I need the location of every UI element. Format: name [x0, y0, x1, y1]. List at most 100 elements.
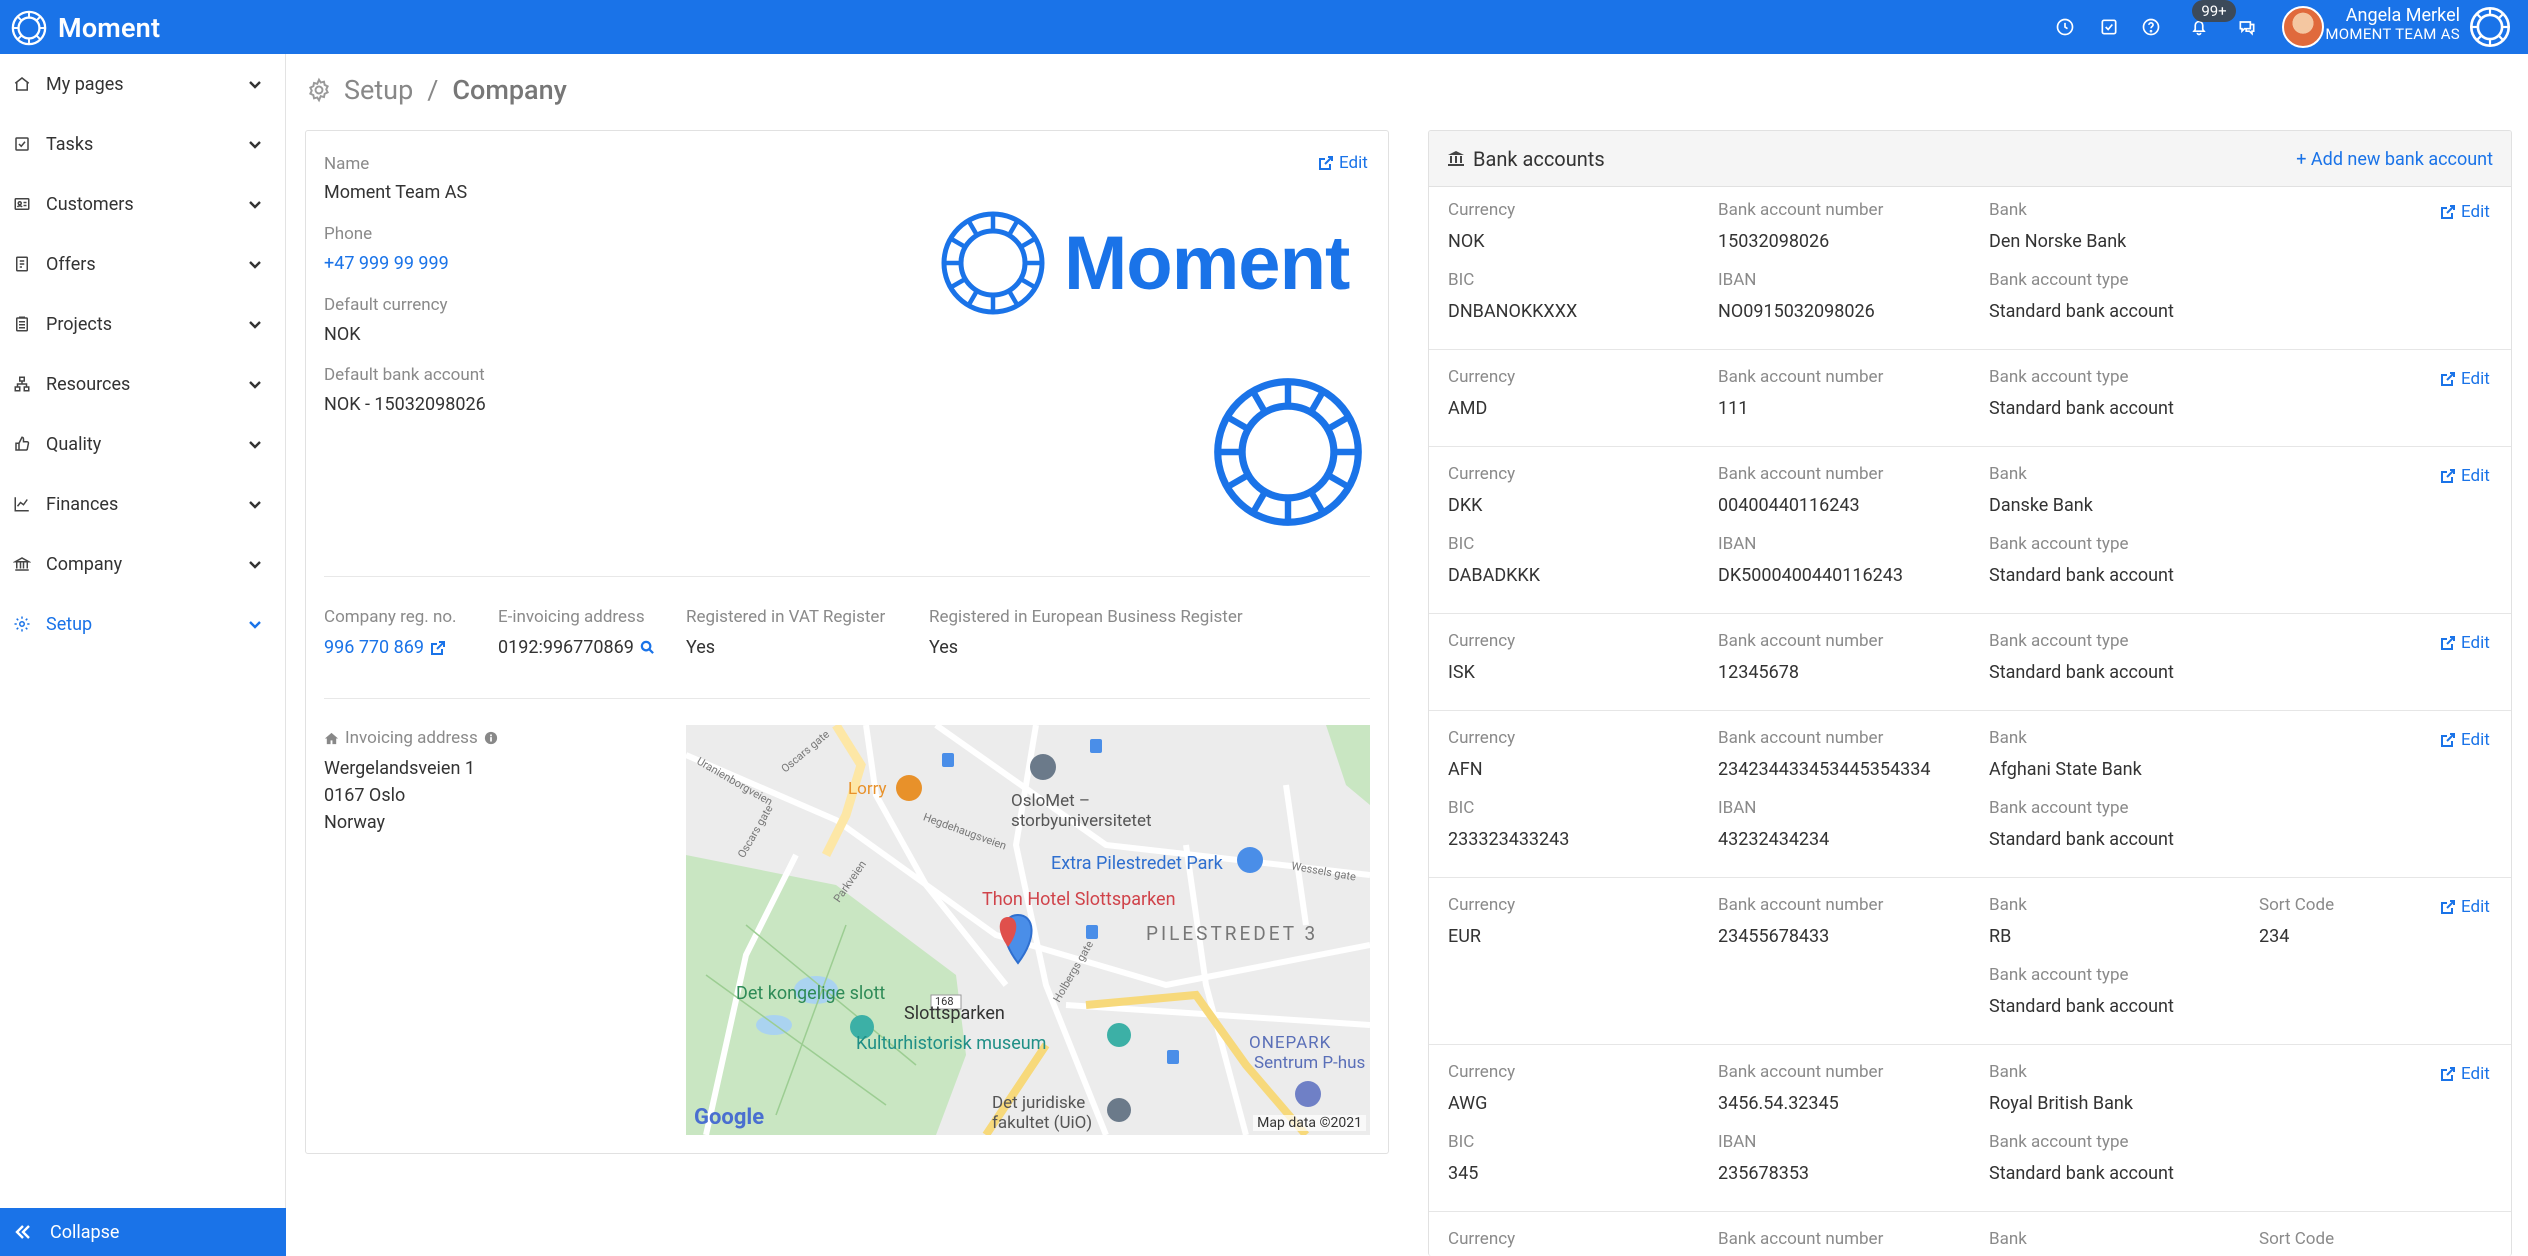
vat-value: Yes: [686, 637, 716, 658]
chevron-down-icon: [248, 436, 262, 450]
account-number-label: Bank account number: [1718, 1229, 1884, 1249]
help-icon[interactable]: [2140, 16, 2162, 38]
bank-edit-button[interactable]: Edit: [2440, 730, 2490, 750]
clipboard-icon: [12, 314, 32, 334]
account-type-label: Bank account type: [1989, 534, 2129, 554]
reg-label: Company reg. no.: [324, 607, 457, 627]
account-type-value: Standard bank account: [1989, 1163, 2174, 1184]
sidebar-item-finances[interactable]: Finances: [0, 474, 286, 534]
map-label: Slottsparken: [904, 1003, 1005, 1024]
logo-wordmark: Moment: [1064, 220, 1350, 306]
currency-value: AFN: [1448, 759, 1483, 780]
breadcrumb-parent[interactable]: Setup: [344, 74, 413, 106]
breadcrumb: Setup / Company: [306, 74, 567, 106]
edit-label: Edit: [2461, 633, 2490, 653]
edit-icon: [2441, 900, 2455, 914]
bank-label: Bank: [1989, 1229, 2027, 1249]
add-label: Add new bank account: [2310, 149, 2493, 170]
currency-label: Currency: [1448, 367, 1516, 387]
bank-edit-button[interactable]: Edit: [2440, 466, 2490, 486]
bank-value: Den Norske Bank: [1989, 231, 2127, 252]
account-number-value: 3456.54.32345: [1718, 1093, 1839, 1114]
chat-icon[interactable]: [2236, 16, 2258, 38]
map-label: PILESTREDET 3: [1146, 922, 1319, 945]
reg-link[interactable]: 996 770 869: [324, 637, 446, 658]
iban-value: 43232434234: [1718, 829, 1830, 850]
edit-label: Edit: [2461, 897, 2490, 917]
sidebar-item-customers[interactable]: Customers: [0, 174, 286, 234]
collapse-label: Collapse: [50, 1221, 120, 1243]
clock-icon[interactable]: [2054, 16, 2076, 38]
edit-icon: [2441, 205, 2455, 219]
bank-icon: [1448, 151, 1464, 166]
default-currency: NOK: [324, 324, 361, 345]
google-logo[interactable]: Google: [694, 1105, 764, 1130]
iban-label: IBAN: [1718, 1132, 1757, 1152]
sidebar-item-setup[interactable]: Setup: [0, 594, 286, 654]
app-brand[interactable]: Moment: [10, 9, 160, 47]
bank-value: Afghani State Bank: [1989, 759, 2142, 780]
bank-edit-button[interactable]: Edit: [2440, 202, 2490, 222]
checkbox-icon: [12, 134, 32, 154]
bank-edit-button[interactable]: Edit: [2440, 633, 2490, 653]
user-info[interactable]: Angela Merkel MOMENT TEAM AS: [2325, 6, 2460, 44]
sidebar: My pages Tasks Customers Offers Projects…: [0, 54, 286, 1256]
account-type-label: Bank account type: [1989, 965, 2129, 985]
sidebar-item-my-pages[interactable]: My pages: [0, 54, 286, 114]
app-name: Moment: [58, 12, 161, 44]
bank-edit-button[interactable]: Edit: [2440, 897, 2490, 917]
map-label: Thon Hotel Slottsparken: [982, 889, 1176, 910]
sidebar-item-projects[interactable]: Projects: [0, 294, 286, 354]
sidebar-item-company[interactable]: Company: [0, 534, 286, 594]
moment-wheel-icon: [941, 211, 1045, 315]
add-bank-account-button[interactable]: + Add new bank account: [2296, 149, 2493, 170]
account-number-value: 234234433453445354334: [1718, 759, 1931, 780]
collapse-button[interactable]: Collapse: [0, 1208, 286, 1256]
currency-label: Currency: [1448, 1062, 1516, 1082]
currency-value: ISK: [1448, 662, 1475, 683]
notification-badge: 99+: [2192, 0, 2236, 22]
row-divider: [1429, 877, 2511, 878]
currency-label: Currency: [1448, 1229, 1516, 1249]
map[interactable]: Lorry OsloMet – storbyuniversitetet Extr…: [686, 725, 1370, 1135]
divider: [324, 576, 1370, 577]
account-number-label: Bank account number: [1718, 728, 1884, 748]
currency-value: AMD: [1448, 398, 1488, 419]
account-type-label: Bank account type: [1989, 270, 2129, 290]
breadcrumb-separator: /: [427, 74, 439, 106]
chevron-down-icon: [248, 376, 262, 390]
account-number-value: 23455678433: [1718, 926, 1830, 947]
company-name: Moment Team AS: [324, 182, 468, 203]
bank-edit-button[interactable]: Edit: [2440, 1064, 2490, 1084]
default-bank-account: NOK - 15032098026: [324, 394, 486, 415]
sidebar-item-offers[interactable]: Offers: [0, 234, 286, 294]
phone-link[interactable]: +47 999 99 999: [324, 253, 449, 274]
currency-label: Currency: [1448, 728, 1516, 748]
sidebar-item-resources[interactable]: Resources: [0, 354, 286, 414]
einv-label: E-invoicing address: [498, 607, 645, 627]
bank-edit-button[interactable]: Edit: [2440, 369, 2490, 389]
map-label: Det juridiske: [992, 1093, 1086, 1113]
avatar[interactable]: [2282, 6, 2324, 48]
sidebar-item-tasks[interactable]: Tasks: [0, 114, 286, 174]
address-line-1: Wergelandsveien 1: [324, 758, 475, 779]
user-company: MOMENT TEAM AS: [2325, 25, 2460, 43]
company-logo-icon[interactable]: [2468, 5, 2512, 49]
map-label: Lorry: [848, 779, 887, 799]
eu-value: Yes: [929, 637, 959, 658]
info-icon[interactable]: [484, 731, 498, 745]
iban-value: NO0915032098026: [1718, 301, 1875, 322]
tasks-check-icon[interactable]: [2098, 16, 2120, 38]
page-title: Company: [452, 74, 567, 106]
home-icon: [324, 732, 339, 744]
bic-label: BIC: [1448, 534, 1475, 554]
map-label: Det kongelige slott: [736, 983, 886, 1004]
chart-line-icon: [12, 494, 32, 514]
account-number-value: 15032098026: [1718, 231, 1830, 252]
map-label: fakultet (UiO): [992, 1113, 1093, 1133]
sidebar-item-quality[interactable]: Quality: [0, 414, 286, 474]
map-label: ONEPARK: [1249, 1033, 1332, 1053]
company-edit-button[interactable]: Edit: [1318, 153, 1368, 173]
map-attribution[interactable]: Map data ©2021: [1253, 1115, 1366, 1131]
search-icon[interactable]: [640, 640, 655, 655]
